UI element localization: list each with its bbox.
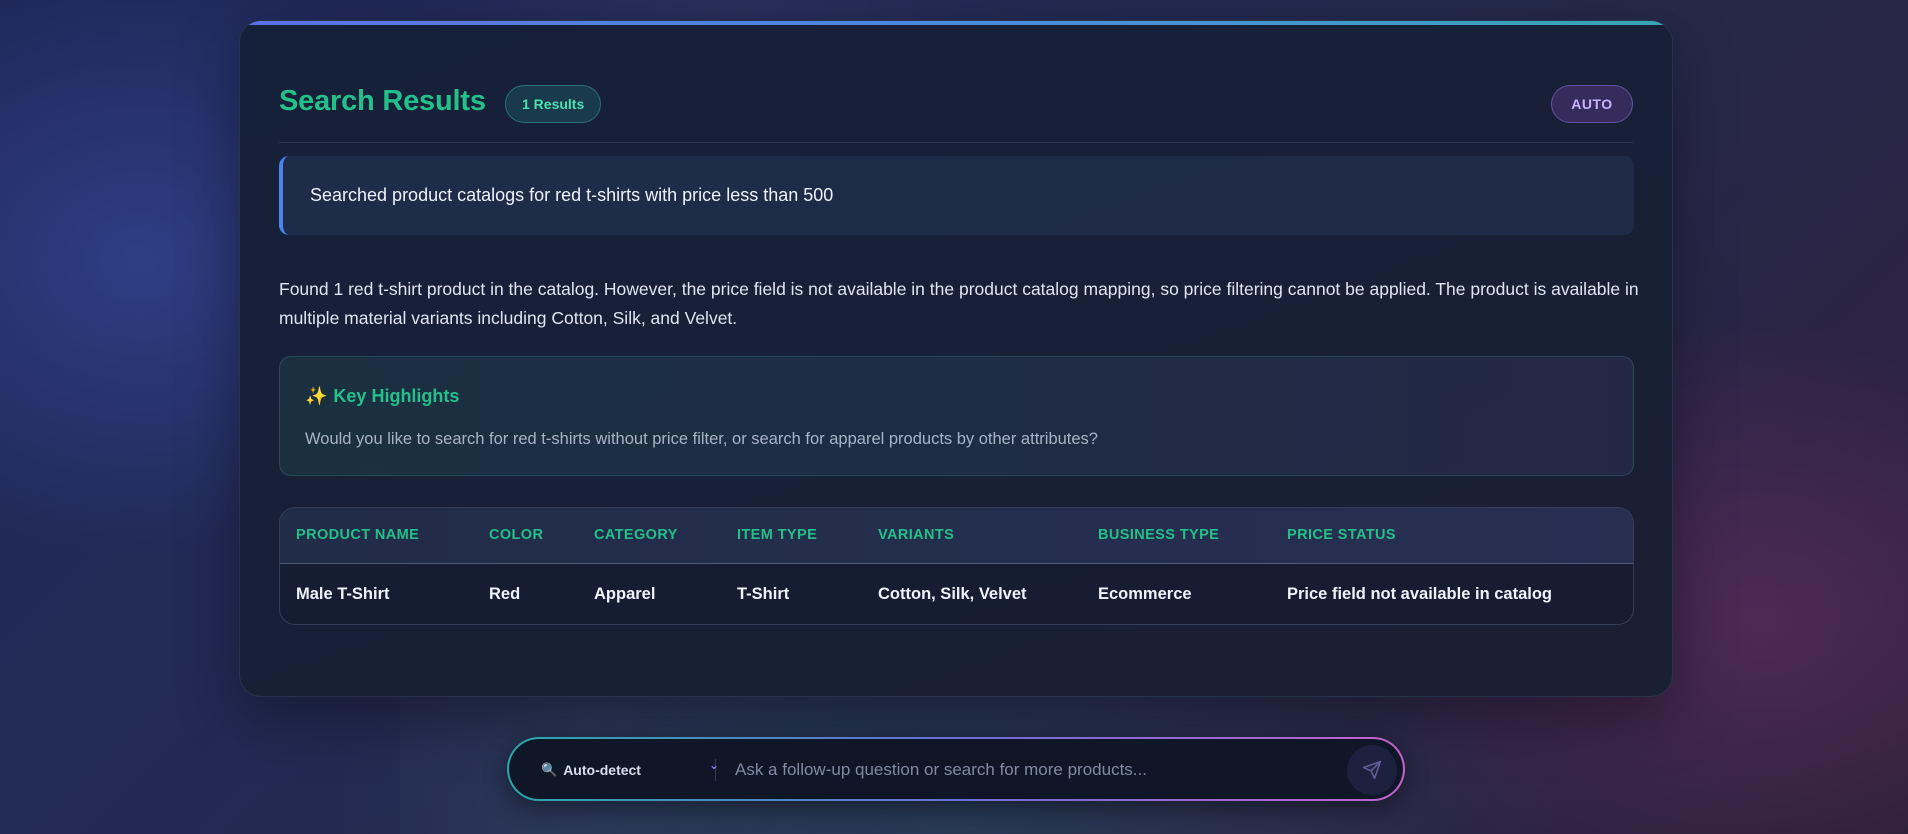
input-divider [715, 759, 716, 781]
mode-badge: AUTO [1551, 85, 1633, 123]
cell-product-name: Male T-Shirt [296, 584, 390, 603]
send-button[interactable] [1347, 745, 1397, 795]
mode-select-label: Auto-detect [563, 762, 641, 778]
cell-category: Apparel [594, 584, 656, 603]
key-highlights-panel: ✨ Key Highlights Would you like to search… [279, 356, 1634, 476]
follow-up-input[interactable] [735, 753, 1335, 787]
key-highlights-text: Would you like to search for red t-shirt… [305, 430, 1098, 448]
column-header-price-status[interactable]: PRICE STATUS [1271, 508, 1633, 564]
cell-color: Red [489, 584, 521, 603]
search-results-card: Search Results 1 Results AUTO Searched p… [239, 20, 1673, 697]
column-header-item-type[interactable]: ITEM TYPE [721, 508, 862, 564]
results-count-badge: 1 Results [505, 85, 602, 123]
column-header-category[interactable]: CATEGORY [578, 508, 721, 564]
query-summary-box: Searched product catalogs for red t-shir… [279, 156, 1634, 235]
table-row[interactable]: Male T-Shirt Red Apparel T-Shirt Cotton,… [280, 563, 1633, 624]
follow-up-input-bar: 🔍 Auto-detect ⌄ [507, 737, 1405, 801]
key-highlights-label: Key Highlights [333, 386, 460, 406]
column-header-color[interactable]: COLOR [473, 508, 578, 564]
column-header-variants[interactable]: VARIANTS [862, 508, 1082, 564]
results-header: Search Results 1 Results AUTO [279, 65, 1633, 143]
card-accent-bar [240, 21, 1672, 25]
sparkles-icon: ✨ [305, 386, 328, 406]
cell-business-type: Ecommerce [1098, 584, 1192, 603]
key-highlights-title: ✨ Key Highlights [305, 386, 459, 407]
search-icon: 🔍 [541, 762, 558, 777]
mode-select-dropdown[interactable]: 🔍 Auto-detect ⌄ [541, 757, 719, 783]
results-table: PRODUCT NAME COLOR CATEGORY ITEM TYPE VA… [279, 507, 1634, 625]
page-title: Search Results [279, 85, 486, 117]
cell-item-type: T-Shirt [737, 584, 790, 603]
send-icon [1362, 760, 1382, 780]
table-header-row: PRODUCT NAME COLOR CATEGORY ITEM TYPE VA… [280, 508, 1633, 564]
cell-price-status: Price field not available in catalog [1287, 584, 1552, 603]
column-header-business-type[interactable]: BUSINESS TYPE [1082, 508, 1271, 564]
cell-variants: Cotton, Silk, Velvet [878, 584, 1027, 603]
chevron-down-icon: ⌄ [708, 758, 719, 772]
column-header-product-name[interactable]: PRODUCT NAME [280, 508, 473, 564]
query-text: Searched product catalogs for red t-shir… [310, 185, 834, 205]
result-summary: Found 1 red t-shirt product in the catal… [279, 279, 1639, 328]
